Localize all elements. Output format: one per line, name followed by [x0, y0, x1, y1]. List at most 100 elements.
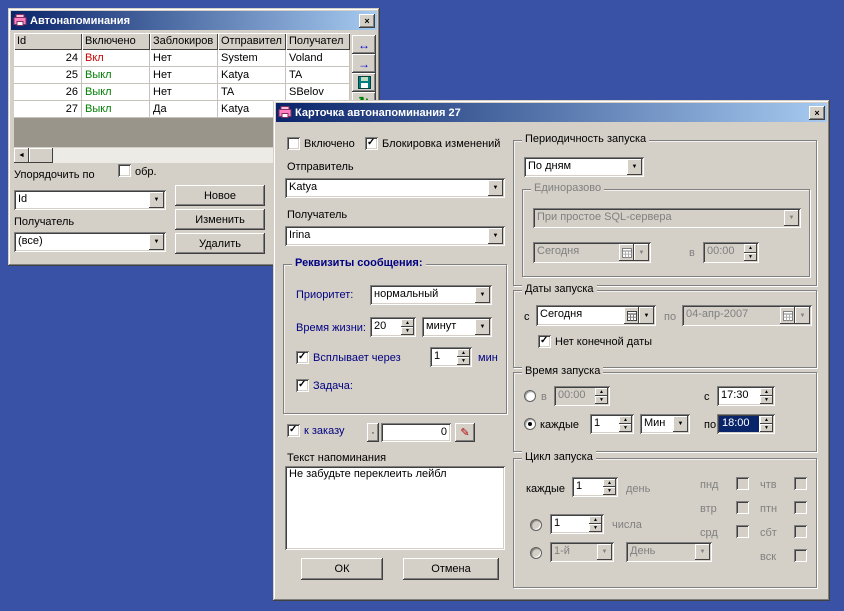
spin-up-button[interactable]: ▲ [760, 416, 773, 424]
table-row[interactable]: 25 Выкл Нет Katya TA [14, 67, 350, 84]
dropdown-button[interactable]: ▼ [475, 287, 490, 303]
order-by-select[interactable]: Id ▼ [14, 190, 166, 210]
dropdown-button: ▼ [634, 244, 649, 261]
reverse-order-checkbox[interactable]: ✓ [118, 164, 131, 177]
recipient-select[interactable]: Irina ▼ [285, 226, 505, 246]
reminder-text-area[interactable]: Не забудьте переклеить лейбл [285, 466, 505, 550]
dropdown-button[interactable]: ▼ [149, 192, 164, 208]
scrollbar-thumb[interactable] [29, 148, 53, 163]
lock-changes-checkbox[interactable]: ✓ [365, 137, 378, 150]
cancel-button[interactable]: Отмена [403, 558, 499, 580]
order-picker-button[interactable]: · [367, 423, 379, 442]
spin-down-button[interactable]: ▼ [457, 357, 470, 365]
popup-after-stepper[interactable]: 1 ▲ ▼ [430, 347, 472, 367]
scroll-left-button[interactable]: ◄ [14, 148, 29, 163]
no-end-date-label: Нет конечной даты [555, 336, 653, 348]
spin-down-button[interactable]: ▼ [760, 396, 773, 404]
ok-button[interactable]: ОК [301, 558, 383, 580]
spin-up-button[interactable]: ▲ [619, 416, 632, 424]
order-link-checkbox[interactable]: ✓ [287, 424, 300, 437]
swap-arrows-icon: ↔ [358, 37, 370, 52]
chevron-down-icon: ▼ [638, 249, 645, 256]
recipient-label: Получатель [287, 209, 348, 221]
table-row[interactable]: 24 Вкл Нет System Voland [14, 50, 350, 67]
enabled-checkbox[interactable]: ✓ [287, 137, 300, 150]
recipient-filter-select[interactable]: (все) ▼ [14, 232, 166, 252]
interval-unit-select[interactable]: Мин ▼ [640, 414, 690, 434]
navigate-button[interactable]: ↔ [352, 35, 376, 54]
column-header-locked[interactable]: Заблокиров [150, 33, 218, 50]
spin-down-button[interactable]: ▼ [760, 424, 773, 432]
edit-button[interactable]: Изменить [175, 209, 265, 230]
dropdown-button[interactable]: ▼ [149, 234, 164, 250]
column-header-id[interactable]: Id [14, 33, 82, 50]
spin-down-button[interactable]: ▼ [619, 424, 632, 432]
spin-up-button[interactable]: ▲ [401, 319, 414, 327]
one-time-trigger-value: При простое SQL-сервера [537, 211, 672, 223]
periodicity-select[interactable]: По дням ▼ [524, 157, 644, 177]
group-title: Периодичность запуска [522, 133, 650, 145]
calendar-icon [782, 310, 793, 321]
spin-down-button[interactable]: ▼ [603, 487, 616, 495]
cycle-every-stepper[interactable]: 1 ▲ ▼ [572, 477, 618, 497]
popup-after-checkbox[interactable]: ✓ [296, 351, 309, 364]
date-from-picker[interactable]: Сегодня ▼ [536, 305, 656, 326]
spin-up-button[interactable]: ▲ [457, 349, 470, 357]
recipient-value: Irina [289, 229, 311, 241]
date-to-value: 04-апр-2007 [686, 308, 749, 320]
time-from-stepper[interactable]: 17:30 ▲ ▼ [717, 386, 775, 406]
no-end-date-checkbox[interactable]: ✓ [538, 335, 551, 348]
interval-unit-value: Мин [644, 417, 666, 429]
close-button[interactable]: × [809, 105, 825, 120]
cell-locked: Нет [150, 84, 218, 101]
dropdown-button[interactable]: ▼ [475, 319, 490, 335]
one-time-date-picker: Сегодня ▼ [533, 242, 651, 263]
dropdown-button[interactable]: ▼ [627, 159, 642, 175]
lifetime-stepper[interactable]: 20 ▲ ▼ [370, 317, 416, 337]
priority-select[interactable]: нормальный ▼ [370, 285, 492, 305]
spin-up-button[interactable]: ▲ [760, 388, 773, 396]
dropdown-button[interactable]: ▼ [488, 228, 503, 244]
cell-locked: Нет [150, 50, 218, 67]
delete-button[interactable]: Удалить [175, 233, 265, 254]
start-time-group: Время запуска в 00:00 ▲ ▼ с 17:30 ▲ ▼ кажд… [513, 365, 817, 452]
save-button[interactable] [352, 73, 376, 92]
lifetime-unit-select[interactable]: минут ▼ [422, 317, 492, 337]
time-to-stepper[interactable]: 18:00 ▲ ▼ [717, 414, 775, 434]
scroll-left-icon: ◄ [18, 152, 25, 159]
go-button[interactable]: → [352, 54, 376, 73]
chevron-down-icon: ▼ [699, 549, 706, 555]
check-icon: ✓ [289, 424, 298, 435]
cell-sender: TA [218, 84, 286, 101]
dropdown-button[interactable]: ▼ [673, 416, 688, 432]
time-from-label: с [704, 391, 710, 403]
close-button[interactable]: × [359, 13, 375, 28]
calendar-button[interactable] [624, 307, 639, 324]
spin-up-button[interactable]: ▲ [603, 479, 616, 487]
weekday-checkbox: ✓ [794, 549, 807, 562]
sender-select[interactable]: Katya ▼ [285, 178, 505, 198]
at-time-radio[interactable] [524, 390, 536, 402]
dropdown-button[interactable]: ▼ [639, 307, 654, 324]
column-header-enabled[interactable]: Включено [82, 33, 150, 50]
task-checkbox[interactable]: ✓ [296, 379, 309, 392]
titlebar[interactable]: Автонапоминания × [11, 11, 377, 30]
titlebar[interactable]: Карточка автонапоминания 27 × [276, 103, 827, 122]
order-number-field[interactable]: 0 [381, 423, 451, 442]
column-header-recipient[interactable]: Получател [286, 33, 350, 50]
every-interval-radio[interactable] [524, 418, 536, 430]
table-row[interactable]: 26 Выкл Нет TA SBelov [14, 84, 350, 101]
every-interval-stepper[interactable]: 1 ▲ ▼ [590, 414, 634, 434]
spin-down-button[interactable]: ▼ [401, 327, 414, 335]
check-icon: ✓ [298, 379, 307, 390]
at-time-stepper: 00:00 ▲ ▼ [554, 386, 610, 406]
chevron-down-icon: ▼ [492, 185, 499, 191]
edit-order-button[interactable]: ✎ [455, 423, 475, 442]
ordinal-unit-select: День ▼ [626, 542, 712, 562]
dropdown-button[interactable]: ▼ [488, 180, 503, 196]
periodicity-value: По дням [528, 160, 572, 172]
new-button[interactable]: Новое [175, 185, 265, 206]
time-to-value: 18:00 [719, 416, 759, 432]
column-header-sender[interactable]: Отправител [218, 33, 286, 50]
cycle-every-label: каждые [526, 483, 565, 495]
